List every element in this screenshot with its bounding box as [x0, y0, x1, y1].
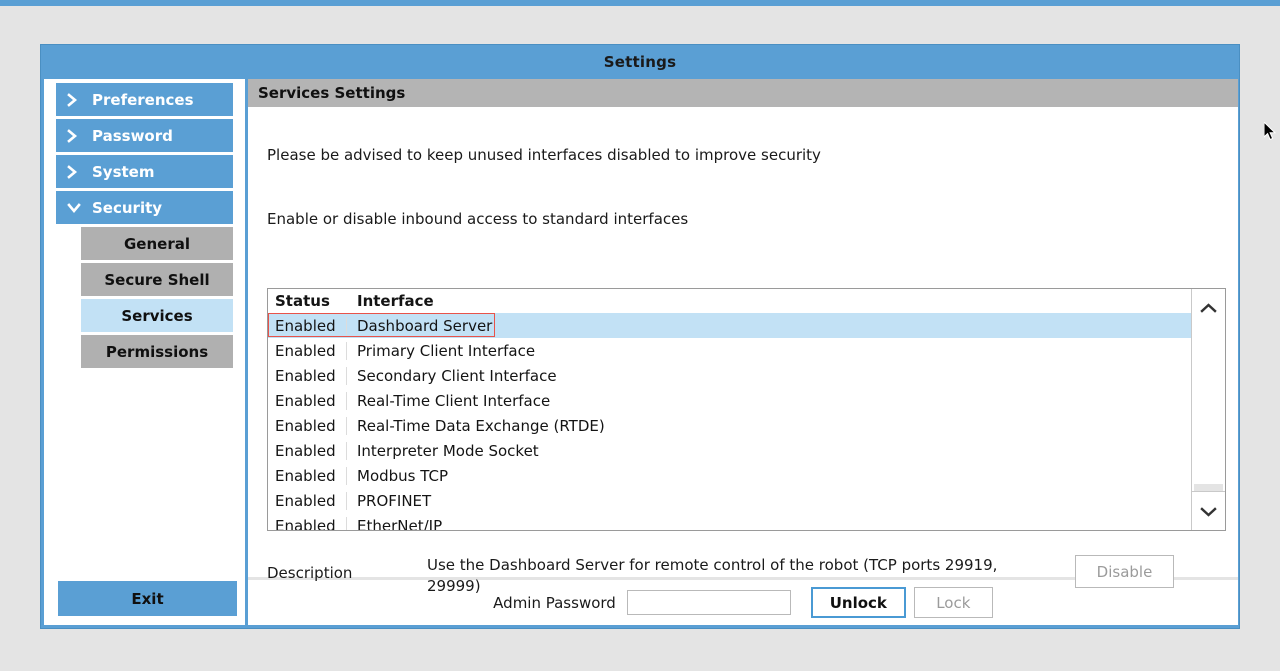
sidebar-subitem-general[interactable]: General — [81, 227, 233, 260]
table-row[interactable]: Enabled Interpreter Mode Socket — [268, 438, 1191, 463]
row-interface: EtherNet/IP — [357, 516, 443, 531]
sidebar-subitem-permissions[interactable]: Permissions — [81, 335, 233, 368]
table-row[interactable]: Enabled Modbus TCP — [268, 463, 1191, 488]
chevron-down-icon — [66, 201, 86, 214]
sidebar-item-security[interactable]: Security — [56, 191, 233, 224]
chevron-right-icon — [66, 92, 86, 108]
row-interface: Primary Client Interface — [357, 341, 536, 360]
sidebar-subitem-label: Permissions — [105, 342, 209, 361]
column-header-interface: Interface — [357, 292, 434, 310]
panel-header: Services Settings — [248, 79, 1238, 107]
table-header-row: Status Interface — [268, 289, 1191, 313]
row-interface: Real-Time Data Exchange (RTDE) — [357, 416, 605, 435]
window-titlebar: Settings — [41, 45, 1239, 79]
row-status: Enabled — [268, 316, 347, 335]
sidebar-item-label: Password — [92, 126, 173, 145]
row-interface: PROFINET — [357, 491, 432, 510]
table-row[interactable]: Enabled PROFINET — [268, 488, 1191, 513]
row-status: Enabled — [268, 516, 347, 530]
disable-button-label: Disable — [1096, 562, 1153, 581]
chevron-right-icon — [66, 128, 86, 144]
chevron-up-icon[interactable] — [1192, 289, 1225, 328]
sidebar-item-label: Preferences — [92, 90, 194, 109]
disable-button[interactable]: Disable — [1075, 555, 1174, 588]
sidebar: Preferences Password System Security Gen… — [44, 79, 245, 625]
description-text: Use the Dashboard Server for remote cont… — [427, 556, 998, 595]
exit-button[interactable]: Exit — [58, 581, 237, 616]
row-interface: Secondary Client Interface — [357, 366, 557, 385]
instruction-text: Enable or disable inbound access to stan… — [267, 210, 689, 228]
mouse-cursor — [1263, 120, 1278, 142]
row-interface: Dashboard Server — [357, 316, 493, 335]
sidebar-subitem-label: Secure Shell — [104, 270, 210, 289]
sidebar-subitem-secure-shell[interactable]: Secure Shell — [81, 263, 233, 296]
row-interface: Interpreter Mode Socket — [357, 441, 539, 460]
settings-window: Settings Preferences Password System Sec… — [40, 44, 1240, 629]
sidebar-item-label: System — [92, 162, 155, 181]
row-status: Enabled — [268, 366, 347, 385]
services-table-rows: Status Interface Enabled Dashboard Serve… — [268, 289, 1191, 530]
row-status: Enabled — [268, 441, 347, 460]
scrollbar-track[interactable] — [1192, 327, 1225, 492]
window-title: Settings — [603, 53, 677, 71]
table-row[interactable]: Enabled Primary Client Interface — [268, 338, 1191, 363]
chevron-down-icon[interactable] — [1192, 491, 1225, 530]
sidebar-item-password[interactable]: Password — [56, 119, 233, 152]
row-status: Enabled — [268, 491, 347, 510]
row-status: Enabled — [268, 391, 347, 410]
advisory-text: Please be advised to keep unused interfa… — [267, 146, 821, 164]
panel-main: Please be advised to keep unused interfa… — [248, 107, 1238, 595]
row-interface: Modbus TCP — [357, 466, 449, 485]
sidebar-subitem-label: General — [124, 234, 190, 253]
row-status: Enabled — [268, 466, 347, 485]
row-status: Enabled — [268, 416, 347, 435]
table-row[interactable]: Enabled Real-Time Data Exchange (RTDE) — [268, 413, 1191, 438]
chevron-right-icon — [66, 164, 86, 180]
description-row: Description Use the Dashboard Server for… — [267, 555, 1212, 597]
services-table: Status Interface Enabled Dashboard Serve… — [267, 288, 1226, 531]
table-row[interactable]: Enabled Secondary Client Interface — [268, 363, 1191, 388]
panel-title: Services Settings — [258, 84, 406, 102]
sidebar-item-label: Security — [92, 198, 163, 217]
column-header-status: Status — [275, 292, 330, 310]
table-scrollbar[interactable] — [1191, 289, 1225, 530]
sidebar-subitem-services[interactable]: Services — [81, 299, 233, 332]
sidebar-item-preferences[interactable]: Preferences — [56, 83, 233, 116]
screen-top-strip — [0, 0, 1280, 6]
table-row[interactable]: Enabled Dashboard Server — [268, 313, 1191, 338]
sidebar-subitem-label: Services — [121, 306, 193, 325]
table-row[interactable]: Enabled EtherNet/IP — [268, 513, 1191, 530]
exit-button-label: Exit — [131, 589, 164, 608]
row-interface: Real-Time Client Interface — [357, 391, 551, 410]
row-status: Enabled — [268, 341, 347, 360]
description-label: Description — [267, 564, 353, 582]
sidebar-item-system[interactable]: System — [56, 155, 233, 188]
table-row[interactable]: Enabled Real-Time Client Interface — [268, 388, 1191, 413]
content-area: Services Settings Please be advised to k… — [248, 79, 1238, 625]
window-body: Preferences Password System Security Gen… — [44, 79, 1238, 625]
